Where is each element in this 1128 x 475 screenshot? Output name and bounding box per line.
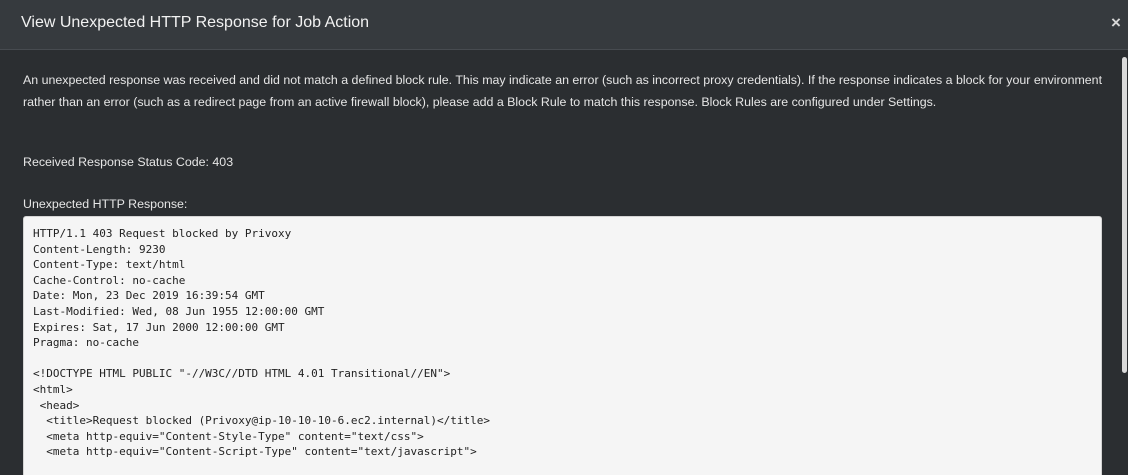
close-icon[interactable]: × xyxy=(1108,12,1124,34)
response-line: <meta http-equiv="Content-Style-Type" co… xyxy=(33,429,424,443)
response-line: Pragma: no-cache xyxy=(33,336,139,350)
response-line: <meta http-equiv="Content-Script-Type" c… xyxy=(33,445,477,459)
response-line: Content-Type: text/html xyxy=(33,258,186,272)
response-line: <head> xyxy=(33,398,80,412)
status-code-text: Received Response Status Code: 403 xyxy=(23,155,234,169)
response-label: Unexpected HTTP Response: xyxy=(23,197,188,211)
dialog-title: View Unexpected HTTP Response for Job Ac… xyxy=(21,14,370,31)
response-line: <!DOCTYPE HTML PUBLIC "-//W3C//DTD HTML … xyxy=(33,367,451,381)
response-line: Content-Length: 9230 xyxy=(33,242,166,256)
description-text: An unexpected response was received and … xyxy=(23,73,1103,109)
response-line: <html> xyxy=(33,382,73,396)
response-line: Last-Modified: Wed, 08 Jun 1955 12:00:00… xyxy=(33,304,325,318)
response-line: HTTP/1.1 403 Request blocked by Privoxy xyxy=(33,227,292,240)
response-line: Cache-Control: no-cache xyxy=(33,273,186,287)
response-line xyxy=(33,351,1101,367)
response-line: Expires: Sat, 17 Jun 2000 12:00:00 GMT xyxy=(33,320,285,334)
response-line: <title>Request blocked (Privoxy@ip-10-10… xyxy=(33,414,490,428)
http-response-code-block[interactable]: HTTP/1.1 403 Request blocked by Privoxy C… xyxy=(23,216,1102,475)
dialog-body: An unexpected response was received and … xyxy=(0,51,1120,475)
response-line: Date: Mon, 23 Dec 2019 16:39:54 GMT xyxy=(33,289,265,303)
dialog-scrollbar[interactable] xyxy=(1120,51,1128,475)
dialog-titlebar: View Unexpected HTTP Response for Job Ac… xyxy=(0,0,1128,50)
scrollbar-thumb[interactable] xyxy=(1122,57,1127,373)
unexpected-response-dialog: View Unexpected HTTP Response for Job Ac… xyxy=(0,0,1128,475)
